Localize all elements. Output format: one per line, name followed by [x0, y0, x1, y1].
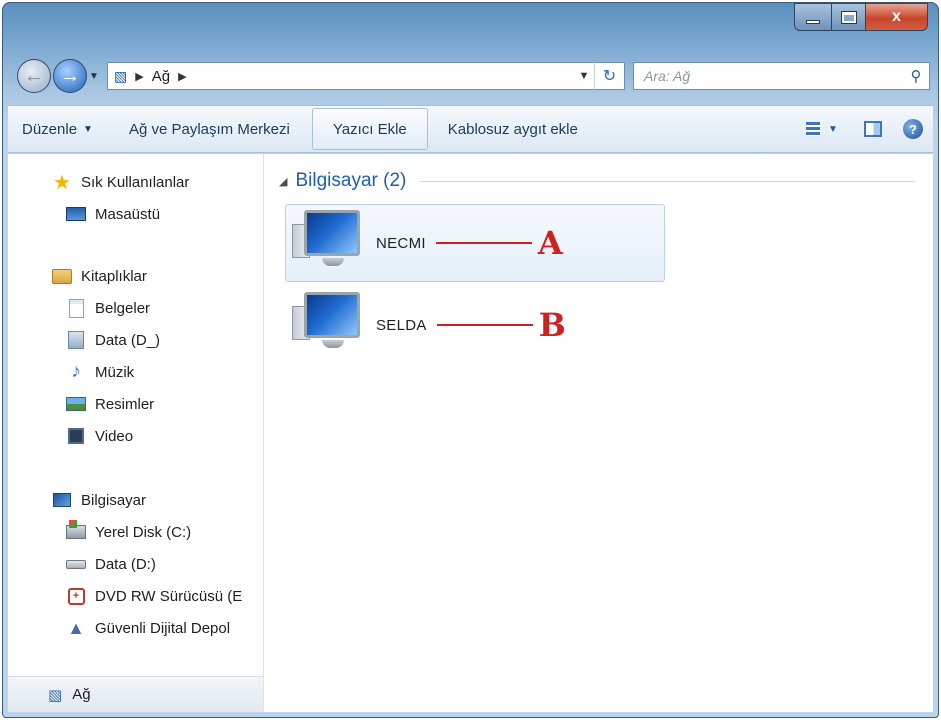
back-button[interactable]: ←	[17, 59, 51, 93]
maximize-button[interactable]	[832, 3, 866, 31]
refresh-icon[interactable]: ↻	[594, 62, 624, 90]
preview-pane-icon	[864, 121, 882, 137]
sidebar-item-computer[interactable]: Bilgisayar	[52, 486, 146, 514]
sidebar-item-dvd-drive[interactable]: + DVD RW Sürücüsü (E	[66, 582, 262, 610]
annotation-line	[435, 242, 532, 244]
libraries-folder-icon	[52, 267, 72, 285]
chevron-down-icon: ▼	[83, 123, 93, 135]
computer-name: NECMI	[376, 234, 426, 252]
computer-icon	[52, 491, 72, 509]
group-header[interactable]: ◢ Bilgisayar (2)	[279, 168, 915, 194]
computer-monitor-icon	[292, 290, 372, 360]
system-disk-icon	[66, 520, 86, 541]
sidebar-item-label: Data (D:)	[95, 555, 156, 573]
navigation-bar: ← → ▼ ▧ ▶ Ağ ▶ ▼ ↻ Ara: Ağ ⚲	[17, 57, 930, 95]
sidebar-item-video[interactable]: Video	[66, 422, 133, 450]
sidebar-item-label: Bilgisayar	[81, 491, 147, 509]
usb-storage-icon: ▲	[67, 617, 85, 638]
command-bar: Düzenle ▼ Ağ ve Paylaşım Merkezi Yazıcı …	[8, 105, 933, 153]
star-icon: ★	[53, 171, 71, 194]
maximize-icon	[840, 10, 857, 24]
collapse-triangle-icon[interactable]: ◢	[279, 175, 287, 188]
preview-pane-button[interactable]	[853, 111, 893, 147]
sidebar-item-label: Ağ	[72, 686, 91, 703]
caption-buttons: x	[794, 3, 928, 31]
sidebar-item-data-drive[interactable]: Data (D:)	[66, 550, 156, 578]
sidebar-item-label: Masaüstü	[95, 205, 161, 223]
navigation-pane: ★ Sık Kullanılanlar Masaüstü Kitaplıklar…	[8, 154, 264, 712]
sidebar-item-label: Müzik	[95, 363, 135, 381]
content-pane: ◢ Bilgisayar (2) NECMI A SELDA B	[265, 154, 933, 712]
computer-name: SELDA	[376, 316, 427, 334]
breadcrumb-separator-icon[interactable]: ▶	[178, 70, 186, 83]
document-icon	[66, 298, 86, 318]
views-icon: ▼	[806, 122, 838, 136]
network-icon: ▧	[48, 686, 63, 704]
organize-button[interactable]: Düzenle ▼	[8, 108, 107, 150]
hard-drive-icon	[66, 555, 86, 573]
help-icon: ?	[903, 119, 923, 139]
body-area: ★ Sık Kullanılanlar Masaüstü Kitaplıklar…	[8, 154, 933, 712]
sidebar-item-label: Sık Kullanılanlar	[81, 173, 190, 191]
desktop-icon	[66, 205, 86, 223]
sidebar-item-music[interactable]: ♪ Müzik	[66, 358, 134, 386]
address-bar[interactable]: ▧ ▶ Ağ ▶ ▼ ↻	[107, 62, 625, 90]
music-note-icon: ♪	[71, 361, 81, 382]
minimize-button[interactable]	[794, 3, 832, 31]
sidebar-item-label: Güvenli Dijital Depol	[95, 619, 231, 637]
sidebar-item-label: DVD RW Sürücüsü (E	[95, 587, 243, 605]
annotation-line	[436, 324, 533, 326]
computer-monitor-icon	[292, 208, 372, 278]
sidebar-item-label: Belgeler	[95, 299, 151, 317]
add-printer-label: Yazıcı Ekle	[332, 120, 407, 138]
search-icon[interactable]: ⚲	[903, 67, 929, 85]
group-divider	[420, 180, 915, 182]
search-input[interactable]: Ara: Ağ	[644, 68, 903, 84]
breadcrumb-network[interactable]: Ağ	[152, 68, 170, 85]
video-icon	[66, 427, 86, 445]
dvd-drive-icon: +	[66, 587, 86, 605]
forward-arrow-icon: →	[60, 64, 80, 87]
sidebar-item-desktop[interactable]: Masaüstü	[66, 200, 160, 228]
forward-button[interactable]: →	[53, 59, 87, 93]
sidebar-item-label: Video	[95, 427, 134, 445]
sidebar-item-pictures[interactable]: Resimler	[66, 390, 154, 418]
sidebar-item-documents[interactable]: Belgeler	[66, 294, 150, 322]
recent-pages-dropdown[interactable]: ▼	[89, 71, 101, 82]
sidebar-item-secure-digital[interactable]: ▲ Güvenli Dijital Depol	[66, 614, 262, 642]
network-computer-tile[interactable]: SELDA B	[285, 286, 665, 364]
pictures-icon	[66, 395, 86, 413]
sidebar-item-libraries[interactable]: Kitaplıklar	[52, 262, 147, 290]
sidebar-item-label: Data (D_)	[95, 331, 161, 349]
sidebar-item-data-library[interactable]: Data (D_)	[66, 326, 160, 354]
back-arrow-icon: ←	[24, 64, 44, 87]
minimize-icon	[806, 20, 820, 24]
sidebar-item-network[interactable]: ▧ Ağ	[8, 676, 263, 712]
sidebar-item-label: Resimler	[95, 395, 155, 413]
annotation-letter: A	[537, 224, 563, 262]
help-button[interactable]: ?	[893, 111, 933, 147]
close-button[interactable]: x	[866, 3, 928, 31]
change-view-button[interactable]: ▼	[791, 111, 853, 147]
breadcrumb-separator-icon[interactable]: ▶	[135, 70, 143, 83]
organize-label: Düzenle	[22, 120, 78, 138]
address-dropdown-icon[interactable]: ▼	[574, 70, 594, 82]
sidebar-item-favorites[interactable]: ★ Sık Kullanılanlar	[52, 168, 189, 196]
network-sharing-center-button[interactable]: Ağ ve Paylaşım Merkezi	[115, 108, 304, 150]
network-icon: ▧	[114, 67, 128, 84]
sidebar-item-local-disk[interactable]: Yerel Disk (C:)	[66, 518, 191, 546]
add-wireless-device-button[interactable]: Kablosuz aygıt ekle	[434, 108, 592, 150]
data-library-icon	[66, 331, 86, 349]
annotation-letter: B	[538, 306, 566, 344]
sidebar-item-label: Kitaplıklar	[81, 267, 147, 285]
explorer-window: x ← → ▼ ▧ ▶ Ağ ▶ ▼ ↻ Ara: Ağ ⚲ Düzenle ▼…	[2, 2, 939, 718]
network-sharing-center-label: Ağ ve Paylaşım Merkezi	[128, 120, 290, 138]
add-wireless-device-label: Kablosuz aygıt ekle	[447, 120, 578, 138]
network-computer-tile[interactable]: NECMI A	[285, 204, 665, 282]
sidebar-item-label: Yerel Disk (C:)	[95, 523, 192, 541]
add-printer-button[interactable]: Yazıcı Ekle	[311, 108, 428, 150]
group-title: Bilgisayar (2)	[295, 170, 407, 191]
close-icon: x	[892, 8, 901, 25]
search-box[interactable]: Ara: Ağ ⚲	[633, 62, 930, 90]
